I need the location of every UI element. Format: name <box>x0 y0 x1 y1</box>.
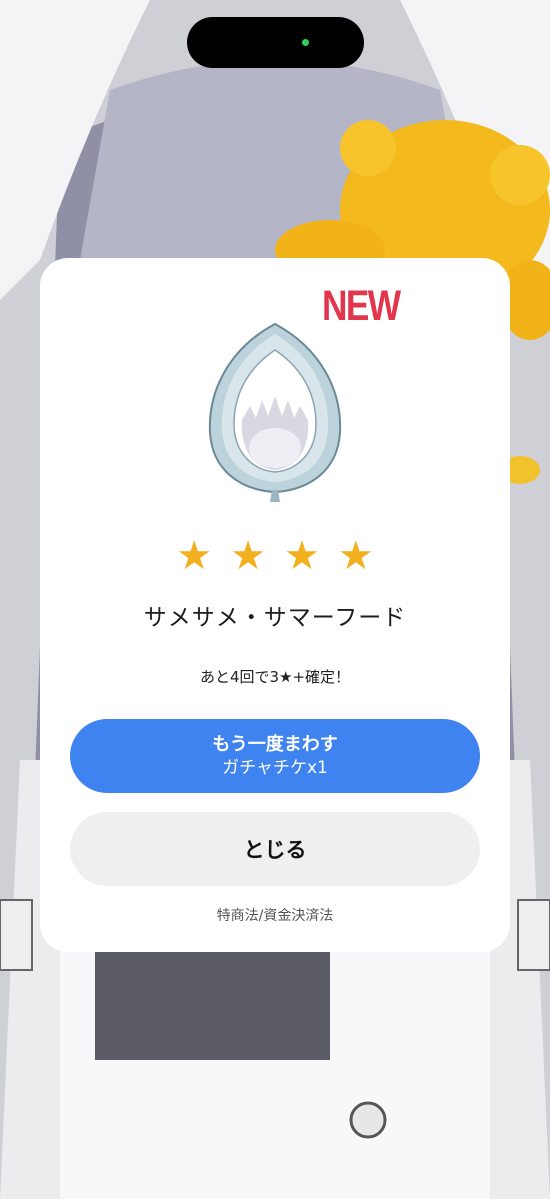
rarity-stars: ★ ★ ★ ★ <box>40 536 510 576</box>
spin-cost-label: ガチャチケx1 <box>222 758 328 778</box>
camera-indicator <box>302 39 309 46</box>
gacha-result-modal: NEW ★ ★ ★ ★ サメサメ・サマーフード あと4回で3★+確定！ もう一度… <box>40 258 510 952</box>
pity-counter-text: あと4回で3★+確定！ <box>199 668 351 686</box>
spin-again-label: もう一度まわす <box>212 734 338 755</box>
star-icon: ★ <box>284 533 320 579</box>
close-button[interactable]: とじる <box>70 812 480 886</box>
item-name: サメサメ・サマーフード <box>143 605 407 631</box>
gacha-result-screen: NEW ★ ★ ★ ★ サメサメ・サマーフード あと4回で3★+確定！ もう一度… <box>0 0 550 1199</box>
spin-again-button[interactable]: もう一度まわす ガチャチケx1 <box>70 719 480 793</box>
legal-notice-link[interactable]: 特商法/資金決済法 <box>40 905 510 925</box>
dynamic-island <box>187 17 364 68</box>
star-icon: ★ <box>337 533 374 579</box>
star-icon: ★ <box>176 533 213 579</box>
shark-hood-icon <box>200 320 350 502</box>
star-icon: ★ <box>230 533 266 579</box>
